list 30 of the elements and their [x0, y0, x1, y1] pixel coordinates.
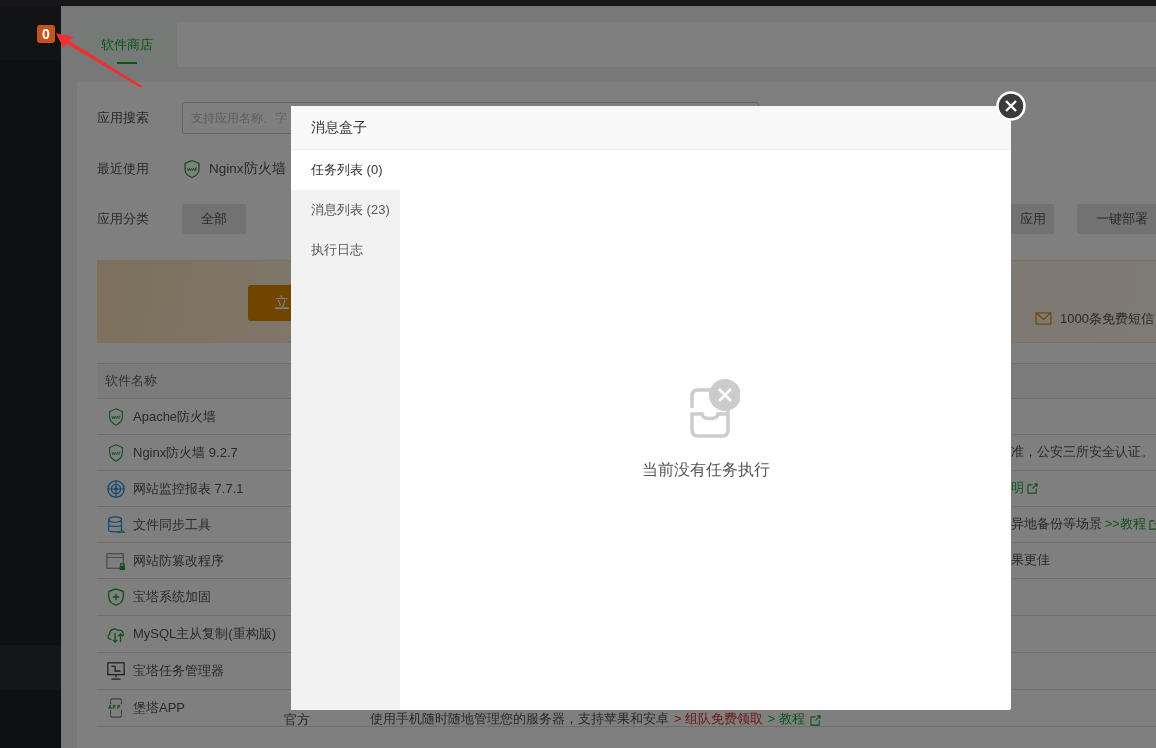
app-name: Nginx防火墙 9.2.7: [133, 443, 238, 462]
app-name: MySQL主从复制(重构版): [133, 625, 276, 643]
app-name: 网站防篡改程序: [133, 551, 224, 570]
app-name: 文件同步工具: [133, 515, 211, 534]
app-name: 堡塔APP: [133, 699, 185, 717]
app-name: Apache防火墙: [133, 407, 217, 426]
sms-offer-text: 1000条免费短信: [1060, 309, 1154, 328]
app-name: 宝塔任务管理器: [133, 662, 224, 680]
description-link[interactable]: >>教程: [1105, 516, 1146, 533]
field-label: 应用分类: [97, 210, 150, 228]
description-link[interactable]: > 教程: [767, 713, 805, 726]
dialog-title: 消息盒子: [311, 118, 367, 137]
dialog-tab[interactable]: 任务列表 (0): [291, 150, 400, 190]
category-button[interactable]: 全部: [182, 204, 246, 234]
tab[interactable]: 软件商店: [77, 22, 177, 67]
app-description: 果更佳: [1011, 552, 1050, 569]
app-description: 准，公安三所安全认证。: [1011, 444, 1154, 461]
app-description: 使用手机随时随地管理您的服务器，支持苹果和安卓: [370, 713, 669, 726]
field-label: 最近使用: [97, 160, 150, 178]
recent-app-link[interactable]: Nginx防火墙: [182, 159, 286, 179]
column-header: 软件名称: [105, 372, 157, 390]
description-link[interactable]: > 组队免费领取: [674, 713, 763, 726]
app-name: 宝塔系统加固: [133, 588, 211, 606]
app-description: 异地备份等场景: [1011, 516, 1102, 533]
description-link[interactable]: 明: [1011, 480, 1024, 497]
empty-message: 当前没有任务执行: [641, 460, 770, 480]
app-name: 网站监控报表 7.7.1: [133, 479, 244, 498]
field-label: 应用搜索: [97, 109, 150, 127]
app-type: 官方: [284, 713, 310, 726]
notification-badge[interactable]: 0: [37, 25, 55, 43]
